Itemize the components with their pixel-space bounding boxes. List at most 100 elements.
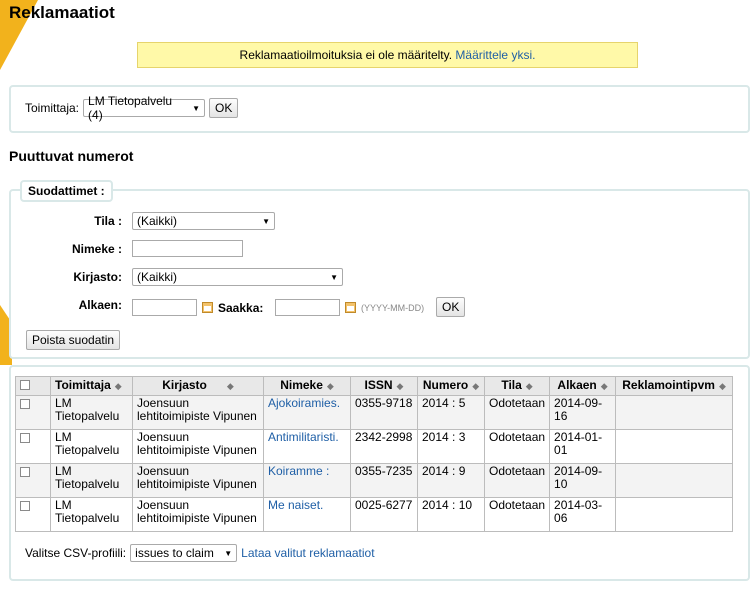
cell-kirjasto: Joensuun lehtitoimipiste Vipunen — [132, 429, 264, 464]
section-title: Puuttuvat numerot — [9, 148, 134, 164]
cell-issn: 0355-9718 — [350, 395, 418, 430]
column-header-toimittaja[interactable]: Toimittaja ◆ — [50, 376, 133, 396]
column-header-kirjasto[interactable]: Kirjasto ◆ — [132, 376, 264, 396]
sort-icon: ◆ — [396, 381, 404, 391]
table-row: LM Tietopalvelu Joensuun lehtitoimipiste… — [15, 429, 734, 464]
header-label: Nimeke — [280, 378, 323, 392]
filter-ok-button[interactable]: OK — [436, 297, 466, 317]
csv-profile-select[interactable]: issues to claim ▼ — [130, 544, 238, 562]
notice-banner: Reklamaatioilmoituksia ei ole määritelty… — [137, 42, 638, 68]
header-label: Numero — [422, 378, 469, 392]
table-row: LM Tietopalvelu Joensuun lehtitoimipiste… — [15, 463, 734, 498]
alkaen-input[interactable] — [132, 299, 197, 316]
cell-kirjasto: Joensuun lehtitoimipiste Vipunen — [132, 497, 264, 532]
notice-text: Reklamaatioilmoituksia ei ole määritelty… — [239, 48, 453, 62]
saakka-input[interactable] — [275, 299, 340, 316]
title-link[interactable]: Koiramme : — [268, 464, 329, 478]
notice-link[interactable]: Määrittele yksi. — [455, 48, 535, 62]
cell-kirjasto: Joensuun lehtitoimipiste Vipunen — [132, 463, 264, 498]
cell-reklamointipvm — [615, 395, 734, 430]
header-label: ISSN — [364, 378, 393, 392]
title-link[interactable]: Me naiset. — [268, 498, 323, 512]
row-select-cell — [15, 497, 51, 532]
supplier-ok-button[interactable]: OK — [209, 98, 239, 118]
page-title: Reklamaatiot — [9, 3, 115, 22]
sort-icon: ◆ — [472, 381, 480, 391]
header-label: Kirjasto — [162, 378, 207, 392]
date-format-hint: (YYYY-MM-DD) — [361, 303, 425, 313]
cell-nimeke: Koiramme : — [263, 463, 351, 498]
cell-numero: 2014 : 9 — [417, 463, 485, 498]
cell-alkaen: 2014-03-06 — [549, 497, 617, 532]
column-header-numero[interactable]: Numero ◆ — [417, 376, 485, 396]
cell-numero: 2014 : 5 — [417, 395, 485, 430]
cell-issn: 2342-2998 — [350, 429, 418, 464]
row-checkbox[interactable] — [20, 399, 30, 409]
sort-icon: ◆ — [326, 381, 334, 391]
title-link[interactable]: Ajokoiramies. — [268, 396, 340, 410]
nimeke-label: Nimeke : — [71, 242, 122, 256]
sort-icon: ◆ — [114, 381, 122, 391]
header-label: Alkaen — [557, 378, 597, 392]
clear-filter-button[interactable]: Poista suodatin — [26, 330, 121, 350]
table-row: LM Tietopalvelu Joensuun lehtitoimipiste… — [15, 497, 734, 532]
select-all-checkbox[interactable] — [20, 380, 30, 390]
title-link[interactable]: Antimilitaristi. — [268, 430, 339, 444]
header-label: Toimittaja — [55, 378, 111, 392]
sort-icon: ◆ — [226, 381, 234, 391]
cell-kirjasto: Joensuun lehtitoimipiste Vipunen — [132, 395, 264, 430]
kirjasto-select[interactable]: (Kaikki) ▼ — [132, 268, 343, 286]
chevron-down-icon: ▼ — [192, 103, 201, 113]
cell-reklamointipvm — [615, 429, 734, 464]
cell-alkaen: 2014-01-01 — [549, 429, 617, 464]
supplier-select[interactable]: LM Tietopalvelu (4) ▼ — [83, 94, 206, 122]
table-row: LM Tietopalvelu Joensuun lehtitoimipiste… — [15, 395, 734, 430]
kirjasto-select-value: (Kaikki) — [137, 270, 178, 284]
download-claims-link[interactable]: Lataa valitut reklamaatiot — [241, 546, 374, 560]
cell-tila: Odotetaan — [483, 497, 551, 532]
cell-reklamointipvm — [615, 497, 734, 532]
cell-tila: Odotetaan — [483, 395, 551, 430]
csv-profile-value: issues to claim — [135, 546, 214, 560]
kirjasto-label: Kirjasto: — [73, 270, 122, 284]
csv-export-row: Valitse CSV-profiili: issues to claim ▼ … — [25, 544, 375, 562]
sort-icon: ◆ — [600, 381, 608, 391]
column-header-alkaen[interactable]: Alkaen ◆ — [549, 376, 617, 396]
supplier-panel: Toimittaja: LM Tietopalvelu (4) ▼ OK — [9, 85, 750, 133]
cell-numero: 2014 : 3 — [417, 429, 485, 464]
cell-nimeke: Ajokoiramies. — [263, 395, 351, 430]
row-checkbox[interactable] — [20, 467, 30, 477]
chevron-down-icon: ▼ — [262, 216, 270, 226]
column-header-issn[interactable]: ISSN ◆ — [350, 376, 418, 396]
cell-nimeke: Me naiset. — [263, 497, 351, 532]
header-label: Tila — [501, 378, 522, 392]
header-label: Reklamointipvm — [622, 378, 715, 392]
cell-alkaen: 2014-09-10 — [549, 463, 617, 498]
cell-numero: 2014 : 10 — [417, 497, 485, 532]
sort-icon: ◆ — [718, 381, 726, 391]
column-header-nimeke[interactable]: Nimeke ◆ — [263, 376, 351, 396]
tila-select[interactable]: (Kaikki) ▼ — [132, 212, 275, 230]
select-all-cell — [15, 376, 51, 396]
supplier-select-value: LM Tietopalvelu (4) — [88, 94, 173, 122]
calendar-icon[interactable] — [345, 302, 356, 313]
cell-toimittaja: LM Tietopalvelu — [50, 463, 133, 498]
chevron-down-icon: ▼ — [224, 548, 233, 558]
nimeke-input[interactable] — [132, 240, 243, 257]
cell-issn: 0355-7235 — [350, 463, 418, 498]
row-checkbox[interactable] — [20, 433, 30, 443]
cell-toimittaja: LM Tietopalvelu — [50, 429, 133, 464]
filters-legend: Suodattimet : — [20, 180, 113, 202]
row-select-cell — [15, 395, 51, 430]
supplier-label: Toimittaja: — [25, 101, 80, 115]
column-header-reklamointipvm[interactable]: Reklamointipvm ◆ — [615, 376, 734, 396]
cell-toimittaja: LM Tietopalvelu — [50, 497, 133, 532]
row-checkbox[interactable] — [20, 501, 30, 511]
cell-reklamointipvm — [615, 463, 734, 498]
tila-label: Tila : — [94, 214, 122, 228]
calendar-icon[interactable] — [202, 302, 213, 313]
cell-nimeke: Antimilitaristi. — [263, 429, 351, 464]
column-header-tila[interactable]: Tila ◆ — [483, 376, 551, 396]
cell-tila: Odotetaan — [483, 429, 551, 464]
sort-icon: ◆ — [525, 381, 533, 391]
